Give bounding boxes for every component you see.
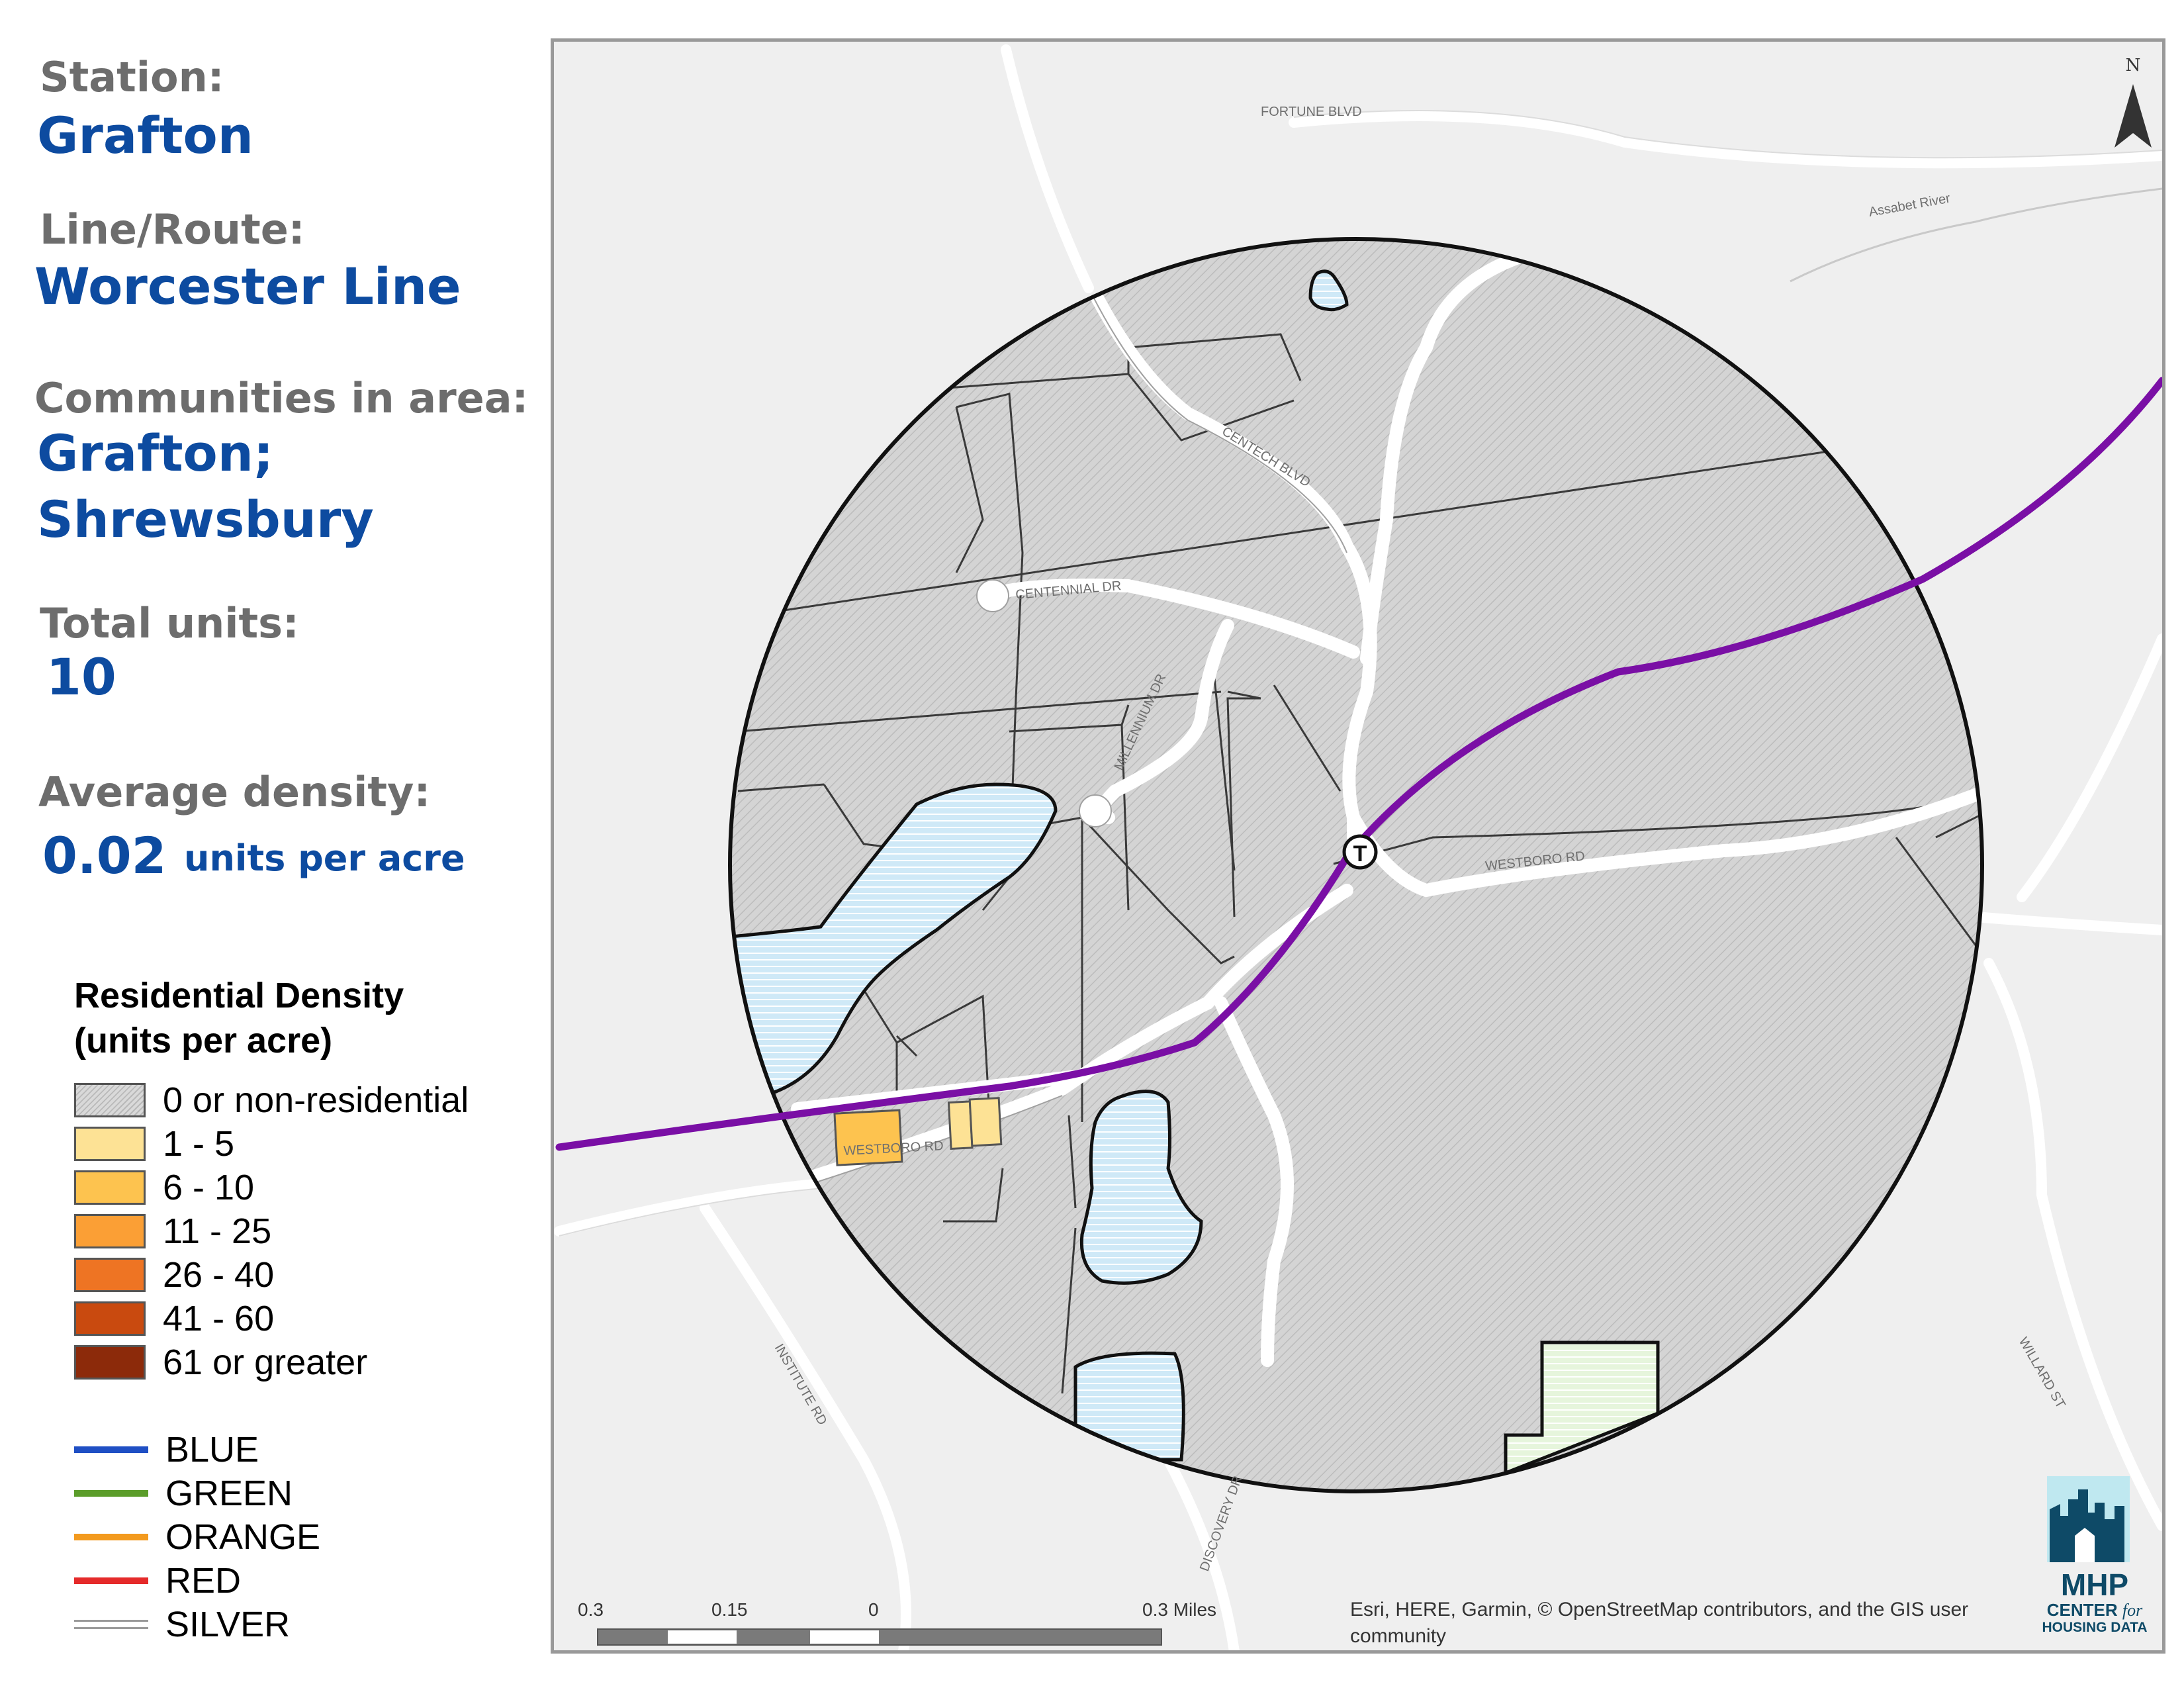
legend-swatch: [74, 1083, 146, 1117]
logo-text-for: for: [2122, 1601, 2143, 1620]
mhp-logo: MHP CENTER for HOUSING DATA: [2042, 1476, 2148, 1642]
legend-density-item: 41 - 60: [74, 1297, 274, 1340]
north-arrow: N: [2115, 56, 2152, 148]
legend-line-item: ORANGE: [74, 1516, 320, 1558]
logo-text: MHP CENTER for HOUSING DATA: [2042, 1569, 2148, 1636]
legend-line-item: RED: [74, 1560, 241, 1602]
legend-label: 41 - 60: [163, 1299, 275, 1338]
cul-de-sac: [976, 579, 1009, 612]
map-attribution: Esri, HERE, Garmin, © OpenStreetMap cont…: [1350, 1599, 1969, 1647]
legend-label: 11 - 25: [163, 1211, 272, 1251]
legend-line-swatch: [74, 1577, 148, 1584]
station-label: Station:: [40, 53, 224, 101]
street-label: WILLARD ST: [2016, 1335, 2068, 1411]
residential-parcel-1-5[interactable]: [968, 1097, 1003, 1147]
station-symbol: T: [1353, 841, 1367, 867]
logo-text-mhp: MHP: [2060, 1568, 2129, 1602]
pond-southwest[interactable]: [1073, 1351, 1185, 1462]
water-label: Assabet River: [1868, 191, 1952, 220]
legend-swatch: [74, 1127, 146, 1161]
map-canvas[interactable]: T FORTUNE BLVD CENTECH BLVD CENTENNIAL D…: [554, 42, 2162, 1650]
legend-swatch: [74, 1301, 146, 1336]
legend-title: Residential Density (units per acre): [74, 973, 404, 1063]
total-units-value: 10: [46, 647, 116, 706]
logo-icon: [2047, 1476, 2130, 1562]
residential-parcel-1-5[interactable]: [947, 1100, 974, 1150]
info-panel: Station: Grafton Line/Route: Worcester L…: [0, 0, 549, 1688]
legend-label: 26 - 40: [163, 1255, 275, 1295]
scale-tick-label: 0.3 Miles: [1142, 1599, 1217, 1620]
legend-swatch: [74, 1214, 146, 1248]
legend-density-item: 0 or non-residential: [74, 1079, 469, 1121]
legend-label: 61 or greater: [163, 1342, 368, 1382]
legend-density-item: 61 or greater: [74, 1341, 367, 1383]
logo-text-housing-data: HOUSING DATA: [2042, 1620, 2148, 1635]
street-label: FORTUNE BLVD: [1261, 105, 1362, 119]
street-label: DISCOVERY DR: [1197, 1474, 1245, 1573]
legend-swatch: [74, 1170, 146, 1205]
scale-tick-label: 0.15: [711, 1599, 748, 1620]
legend-density-item: 1 - 5: [74, 1123, 234, 1165]
legend-label: RED: [165, 1561, 242, 1601]
average-density-value: 0.02: [42, 826, 167, 885]
legend-density-item: 11 - 25: [74, 1210, 271, 1252]
legend-label: 1 - 5: [163, 1124, 235, 1164]
legend-line-swatch: [74, 1446, 148, 1453]
community-name: Shrewsbury: [37, 490, 374, 549]
scale-tick-label: 0: [868, 1599, 879, 1620]
legend-line-item: BLUE: [74, 1429, 259, 1471]
total-units-label: Total units:: [40, 599, 299, 647]
legend-line-item: GREEN: [74, 1472, 293, 1515]
legend-density-item: 6 - 10: [74, 1166, 254, 1209]
legend-line-swatch: [74, 1620, 148, 1629]
station-marker[interactable]: T: [1342, 834, 1378, 870]
map-frame[interactable]: T FORTUNE BLVD CENTECH BLVD CENTENNIAL D…: [551, 38, 2165, 1654]
legend-density-item: 26 - 40: [74, 1254, 274, 1296]
legend-label: 0 or non-residential: [163, 1080, 469, 1120]
legend-label: BLUE: [165, 1430, 259, 1470]
legend-label: GREEN: [165, 1474, 293, 1513]
north-label: N: [2126, 56, 2141, 75]
legend-line-swatch: [74, 1490, 148, 1497]
legend-label: 6 - 10: [163, 1168, 255, 1207]
legend-title-line: (units per acre): [74, 1021, 333, 1060]
legend-swatch: [74, 1258, 146, 1292]
average-density-unit: units per acre: [184, 837, 465, 879]
legend-label: SILVER: [165, 1605, 291, 1644]
legend-label: ORANGE: [165, 1517, 321, 1557]
legend-title-line: Residential Density: [74, 976, 404, 1015]
community-name: Grafton;: [37, 424, 274, 483]
average-density-label: Average density:: [38, 768, 431, 816]
logo-text-center: CENTER: [2046, 1600, 2118, 1620]
line-route-name: Worcester Line: [34, 257, 461, 316]
legend-swatch: [74, 1345, 146, 1380]
cul-de-sac: [1079, 794, 1112, 827]
scale-bar: [597, 1628, 1162, 1646]
station-name: Grafton: [37, 106, 253, 165]
communities-label: Communities in area:: [34, 374, 529, 422]
scale-tick-label: 0.3: [578, 1599, 604, 1620]
legend-line-swatch: [74, 1534, 148, 1540]
legend-line-item: SILVER: [74, 1603, 290, 1646]
line-route-label: Line/Route:: [40, 205, 305, 254]
assabet-river: [1790, 187, 2162, 283]
